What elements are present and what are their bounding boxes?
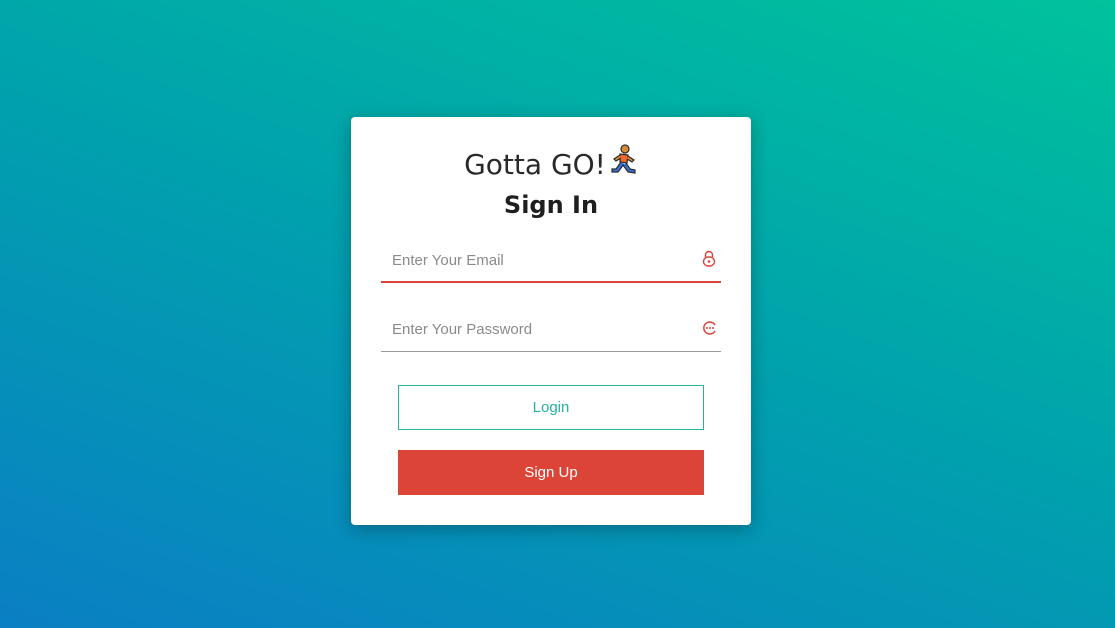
login-button[interactable]: Login [398, 385, 704, 430]
running-person-icon [608, 143, 638, 185]
password-field-wrapper [381, 308, 721, 352]
brand-title: Gotta GO! [464, 148, 606, 181]
lock-icon [701, 250, 717, 268]
email-field-wrapper [381, 239, 721, 283]
password-field[interactable] [381, 308, 681, 351]
login-card: Gotta GO! Sign In Enter Your Email Login… [351, 117, 751, 525]
page-title: Sign In [503, 191, 599, 219]
brand-header: Gotta GO! [351, 143, 751, 185]
email-field[interactable] [381, 239, 681, 281]
sign-up-button[interactable]: Sign Up [398, 450, 704, 495]
face-icon [701, 319, 717, 337]
